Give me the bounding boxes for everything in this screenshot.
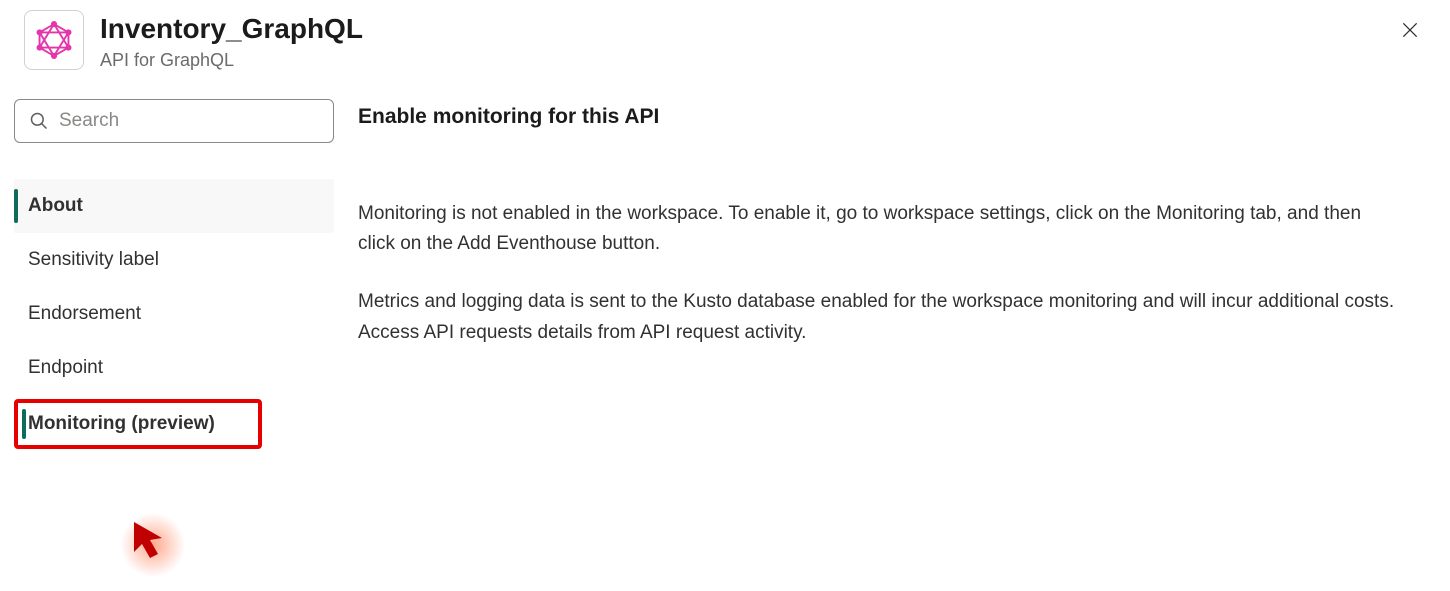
search-icon xyxy=(29,111,49,131)
sidebar-item-label: Endpoint xyxy=(28,357,103,378)
sidebar-item-sensitivity-label[interactable]: Sensitivity label xyxy=(14,233,334,287)
page-title: Inventory_GraphQL xyxy=(100,12,363,46)
sidebar-item-endpoint[interactable]: Endpoint xyxy=(14,341,334,395)
search-input[interactable] xyxy=(59,110,319,132)
content-paragraph-1: Monitoring is not enabled in the workspa… xyxy=(358,199,1400,260)
sidebar-item-label: Monitoring (preview) xyxy=(28,413,215,434)
header: Inventory_GraphQL API for GraphQL xyxy=(0,0,1450,71)
content-heading: Enable monitoring for this API xyxy=(358,105,1400,129)
page-subtitle: API for GraphQL xyxy=(100,50,363,71)
content-paragraph-2: Metrics and logging data is sent to the … xyxy=(358,287,1400,348)
close-button[interactable] xyxy=(1394,14,1426,46)
sidebar-item-monitoring[interactable]: Monitoring (preview) xyxy=(14,399,262,449)
sidebar: About Sensitivity label Endorsement Endp… xyxy=(14,99,334,449)
sidebar-nav: About Sensitivity label Endorsement Endp… xyxy=(14,179,334,449)
sidebar-item-label: About xyxy=(28,195,83,216)
title-block: Inventory_GraphQL API for GraphQL xyxy=(100,10,363,71)
graphql-icon xyxy=(24,10,84,70)
sidebar-item-endorsement[interactable]: Endorsement xyxy=(14,287,334,341)
sidebar-item-about[interactable]: About xyxy=(14,179,334,233)
sidebar-item-label: Endorsement xyxy=(28,303,141,324)
search-box[interactable] xyxy=(14,99,334,143)
main-content: Enable monitoring for this API Monitorin… xyxy=(358,99,1430,449)
close-icon xyxy=(1400,20,1420,40)
sidebar-item-label: Sensitivity label xyxy=(28,249,159,270)
